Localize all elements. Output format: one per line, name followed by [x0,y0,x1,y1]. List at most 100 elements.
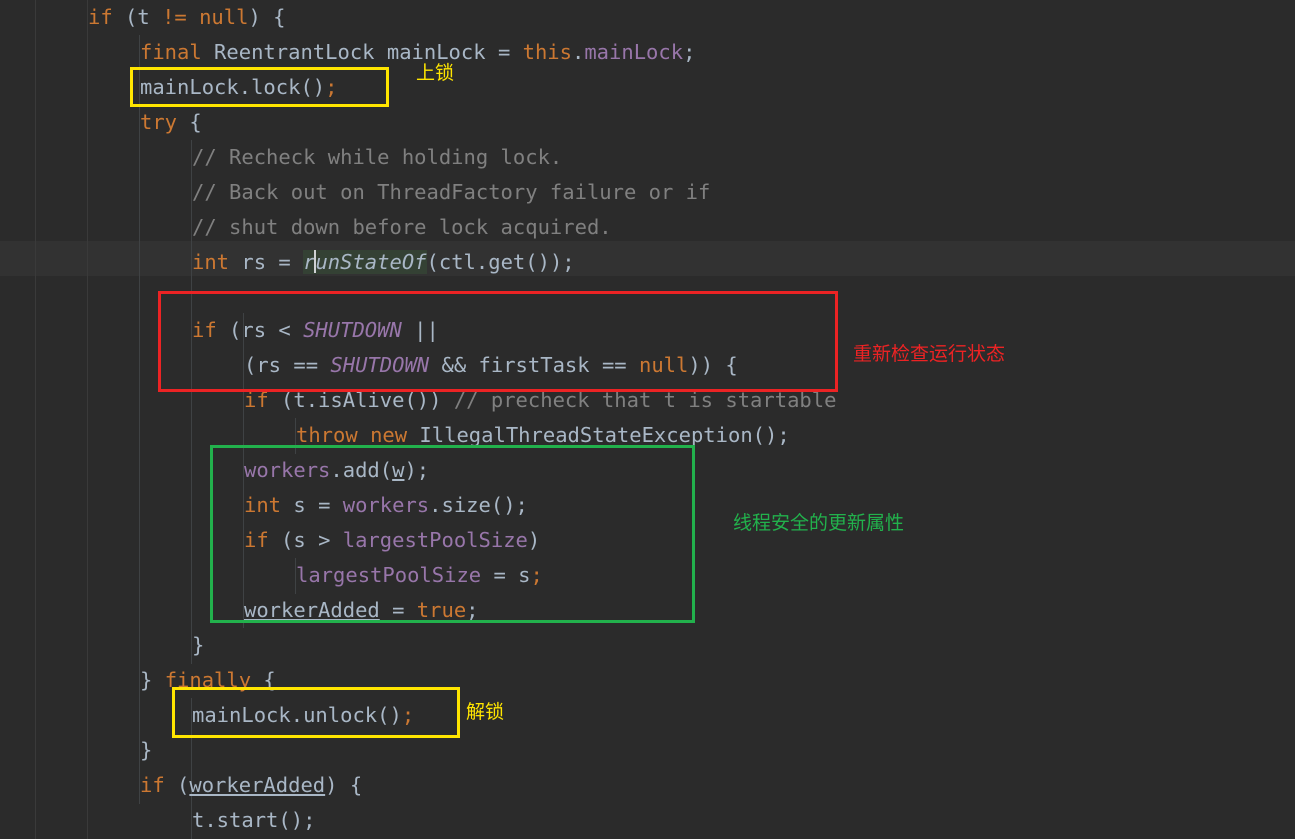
code-token: SHUTDOWN [330,353,430,377]
code-line[interactable]: try { [140,105,202,140]
code-token: (rs [216,318,279,342]
code-token: ; [530,563,543,587]
code-token: (ctl.get()); [426,250,575,274]
code-token: () [377,703,402,727]
code-token: workers [342,493,430,517]
recheck-label: 重新检查运行状态 [853,343,1006,365]
code-token: ; [683,40,696,64]
code-line[interactable]: } [192,628,204,663]
code-token: mainLock.lock [140,75,301,99]
code-token: workerAdded [189,773,326,797]
code-line[interactable]: } finally { [140,663,276,698]
code-token: (t [112,5,163,29]
code-editor-viewport[interactable]: if (t != null) {final ReentrantLock main… [0,0,1295,839]
code-token: mainLock.unlock [192,703,378,727]
code-token: s [281,493,319,517]
code-line[interactable]: throw new IllegalThreadStateException(); [296,418,790,453]
code-token: final [140,40,202,64]
code-line[interactable]: int s = workers.size(); [244,488,528,523]
code-token: ) { [248,5,286,29]
code-token: throw [296,423,358,447]
code-token: && firstTask [429,353,602,377]
code-text-layer[interactable]: if (t != null) {final ReentrantLock main… [0,0,1295,839]
code-line[interactable]: mainLock.lock(); [140,70,337,105]
code-token: if [192,318,217,342]
code-token: try [140,110,178,134]
code-token: new [370,423,408,447]
code-token: if [244,388,269,412]
code-line[interactable]: if (t != null) { [88,0,286,35]
code-line[interactable]: if (s > largestPoolSize) [244,523,540,558]
code-token: { [251,668,276,692]
code-token: ); [404,458,430,482]
code-line[interactable]: } [140,733,152,768]
code-token: // precheck that t is startable [453,388,837,412]
code-line[interactable]: (rs == SHUTDOWN && firstTask == null)) { [244,348,738,383]
code-line[interactable]: t.start(); [192,803,315,838]
code-line[interactable]: workers.add(w); [244,453,429,488]
code-token: . [572,40,585,64]
code-token: (s [268,528,319,552]
code-token: .add( [330,458,393,482]
code-token: ( [164,773,190,797]
code-token: || [401,318,439,342]
code-line[interactable]: if (t.isAlive()) // precheck that t is s… [244,383,836,418]
code-token: workers [244,458,331,482]
code-token: this [522,40,572,64]
code-token: if [140,773,165,797]
code-token: rs [229,250,279,274]
code-token: largestPoolSize [296,563,482,587]
code-token: s [505,563,531,587]
code-token: ; [401,703,415,727]
code-line[interactable]: largestPoolSize = s; [296,558,543,593]
unlock-label: 解锁 [466,701,505,723]
code-token: } [192,633,205,657]
code-token: w [392,458,405,482]
code-token: mainLock [584,40,684,64]
code-token: IllegalThreadStateException(); [407,423,790,447]
code-token: ) [527,528,541,552]
code-line[interactable]: if (workerAdded) { [140,768,362,803]
code-token: SHUTDOWN [303,318,402,342]
code-line[interactable]: // Recheck while holding lock. [192,140,562,175]
code-token: null [199,5,249,29]
code-token: if [88,5,113,29]
code-line[interactable]: if (rs < SHUTDOWN || [192,313,439,348]
code-line[interactable]: // shut down before lock acquired. [192,210,612,245]
update-label: 线程安全的更新属性 [733,512,905,534]
code-token: )) { [688,353,738,377]
code-token: // Back out on ThreadFactory failure or … [192,180,711,204]
code-token: == [601,353,627,377]
code-token: if [244,528,269,552]
code-token: = [493,563,506,587]
code-token: () [300,75,326,99]
code-token: = [497,40,511,64]
code-line[interactable]: mainLock.unlock(); [192,698,414,733]
code-token: > [318,528,331,552]
code-line[interactable]: workerAdded = true; [244,593,479,628]
code-token: runStateOf [303,250,427,274]
code-token: = [392,598,405,622]
code-token: finally [164,668,252,692]
code-token: workerAdded [244,598,380,622]
code-line[interactable]: int rs = runStateOf(ctl.get()); [192,245,575,280]
code-token: { [177,110,202,134]
code-token: largestPoolSize [342,528,528,552]
code-token: int [244,493,282,517]
code-token: < [278,318,291,342]
code-token: null [638,353,689,377]
code-token: != [162,5,187,29]
code-token: int [192,250,230,274]
code-line[interactable]: // Back out on ThreadFactory failure or … [192,175,710,210]
code-token: true [416,598,467,622]
